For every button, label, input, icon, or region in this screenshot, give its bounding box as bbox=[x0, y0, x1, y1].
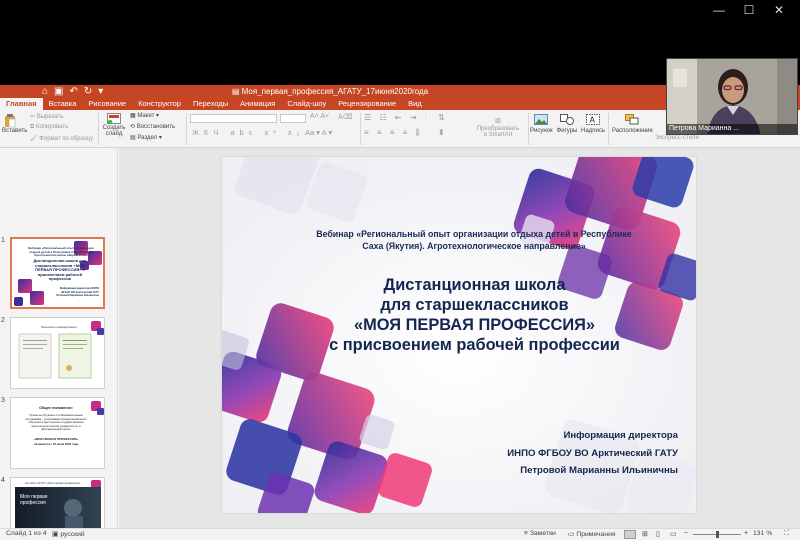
paste-button[interactable]: Вставить bbox=[2, 114, 27, 134]
smartart-icon: ⧈ bbox=[495, 115, 501, 125]
font-size-buttons[interactable]: A˄ A˅ bbox=[310, 113, 329, 120]
thumbnail-slide-2[interactable]: Лицензия и аккредитация bbox=[10, 317, 105, 389]
format-painter-button[interactable]: 🖌 Формат по образцу bbox=[30, 135, 93, 142]
font-size-combobox[interactable] bbox=[280, 114, 306, 123]
reset-button[interactable]: ⟲ Восстановить bbox=[130, 123, 175, 130]
thumbnail-slide-3[interactable]: Общее положение: Прием на обучение по об… bbox=[10, 397, 105, 469]
current-slide[interactable]: Вебинар «Региональный опыт организации о… bbox=[222, 157, 696, 513]
font-color-buttons[interactable]: Aa ▾ A ▾ bbox=[305, 128, 332, 137]
tab-slideshow[interactable]: Слайд-шоу bbox=[281, 98, 332, 110]
tab-insert[interactable]: Вставка bbox=[43, 98, 83, 110]
zoom-level[interactable]: 131 % bbox=[753, 530, 772, 537]
thumbnail-slide-1[interactable]: Вебинар «Региональный опыт организации о… bbox=[10, 237, 105, 309]
powerpoint-window: ⌂ ▣ ↶ ↻ ▾ ▤ Моя_первая_профессия_АГАТУ_1… bbox=[0, 85, 800, 540]
cut-button[interactable]: ✂ Вырезать bbox=[30, 113, 63, 120]
minimize-button[interactable]: — bbox=[704, 2, 734, 18]
slideshow-view-icon[interactable]: ▭ bbox=[670, 530, 677, 538]
participant-video[interactable]: Петрова Марианна ... bbox=[666, 58, 798, 135]
new-slide-button[interactable]: Создать слайд bbox=[101, 113, 127, 137]
fit-slide-icon[interactable]: ⛶ bbox=[784, 530, 789, 538]
scissors-icon: ✂ bbox=[30, 114, 37, 120]
picture-icon bbox=[534, 114, 548, 125]
textbox-icon: A bbox=[586, 114, 600, 125]
copy-button[interactable]: ⧉ Копировать bbox=[30, 124, 68, 131]
zoom-in-button[interactable]: + bbox=[744, 530, 748, 537]
slide-counter: Слайд 1 из 4 bbox=[6, 530, 47, 537]
tab-home[interactable]: Главная bbox=[0, 98, 43, 110]
tab-design[interactable]: Конструктор bbox=[132, 98, 187, 110]
slide-thumbnails-pane: 1 Вебинар «Региональный опыт организации bbox=[0, 148, 118, 540]
paste-icon bbox=[5, 114, 16, 128]
normal-view-icon[interactable] bbox=[624, 530, 636, 539]
brush-icon: 🖌 bbox=[30, 136, 40, 142]
slide-presenter-info: Информация директора ИНПО ФГБОУ ВО Аркти… bbox=[507, 430, 678, 476]
shapes-icon bbox=[560, 114, 574, 125]
comments-button[interactable]: ▭ Примечания bbox=[568, 530, 616, 538]
slide-webinar-text: Вебинар «Региональный опыт организации о… bbox=[316, 229, 632, 251]
tab-animations[interactable]: Анимация bbox=[234, 98, 281, 110]
language-indicator[interactable]: ▣ русский bbox=[52, 530, 85, 538]
quick-styles-button[interactable]: Экспресс-стили bbox=[655, 135, 699, 141]
smartart-button[interactable]: ⧈ Преобразовать в SmartArt bbox=[470, 115, 526, 138]
reading-view-icon[interactable]: ▯ bbox=[656, 530, 660, 538]
text-direction-icon[interactable]: ⇅ bbox=[438, 113, 445, 122]
new-slide-icon bbox=[107, 113, 121, 125]
align-buttons[interactable]: ≡ ≡ ≡ ≡ ⫼ bbox=[364, 128, 422, 138]
zoom-out-button[interactable]: − bbox=[684, 530, 688, 537]
document-icon: ▤ bbox=[231, 87, 242, 96]
reset-icon: ⟲ bbox=[130, 124, 137, 130]
maximize-button[interactable]: ☐ bbox=[734, 2, 764, 18]
tab-view[interactable]: Вид bbox=[402, 98, 428, 110]
layout-button[interactable]: ▦ Макет ▾ bbox=[130, 112, 159, 119]
document-title: ▤ Моя_первая_профессия_АГАТУ_17июня2020г… bbox=[231, 87, 429, 96]
section-button[interactable]: ▤ Раздел ▾ bbox=[130, 134, 162, 141]
picture-button[interactable]: Рисунок bbox=[530, 114, 553, 134]
zoom-slider-handle[interactable] bbox=[716, 531, 719, 538]
svg-text:A: A bbox=[590, 116, 596, 125]
sorter-view-icon[interactable]: ⊞ bbox=[642, 530, 648, 538]
slide-editor: Вебинар «Региональный опыт организации о… bbox=[119, 148, 800, 528]
window-controls: — ☐ ✕ bbox=[704, 2, 794, 18]
close-button[interactable]: ✕ bbox=[764, 2, 794, 18]
participant-name: Петрова Марианна ... bbox=[667, 124, 797, 134]
notes-button[interactable]: ≡ Заметки bbox=[524, 530, 556, 537]
status-bar: Слайд 1 из 4 ▣ русский ≡ Заметки ▭ Приме… bbox=[0, 528, 800, 540]
align-text-icon[interactable]: ⬍ bbox=[438, 128, 445, 137]
tab-transitions[interactable]: Переходы bbox=[187, 98, 234, 110]
textbox-button[interactable]: A Надпись bbox=[581, 114, 605, 134]
tab-review[interactable]: Рецензирование bbox=[332, 98, 402, 110]
font-style-buttons[interactable]: ЖКЧ abc x² x₂ bbox=[192, 128, 305, 137]
clear-format-icon[interactable]: A⌫ bbox=[338, 113, 353, 121]
slide-title: Дистанционная школа для старшеклассников… bbox=[329, 276, 620, 354]
tab-draw[interactable]: Рисование bbox=[82, 98, 132, 110]
list-buttons[interactable]: ☰ ☷ ⇤ ⇥ ⫶ bbox=[364, 113, 430, 123]
shapes-button[interactable]: Фигуры bbox=[556, 114, 578, 134]
font-name-combobox[interactable] bbox=[190, 114, 277, 123]
screen: — ☐ ✕ ⌂ ▣ ↶ ↻ ▾ ▤ Моя_первая_профессия_А… bbox=[0, 0, 800, 540]
arrange-button[interactable]: Расположение bbox=[612, 114, 653, 134]
arrange-icon bbox=[625, 114, 639, 125]
